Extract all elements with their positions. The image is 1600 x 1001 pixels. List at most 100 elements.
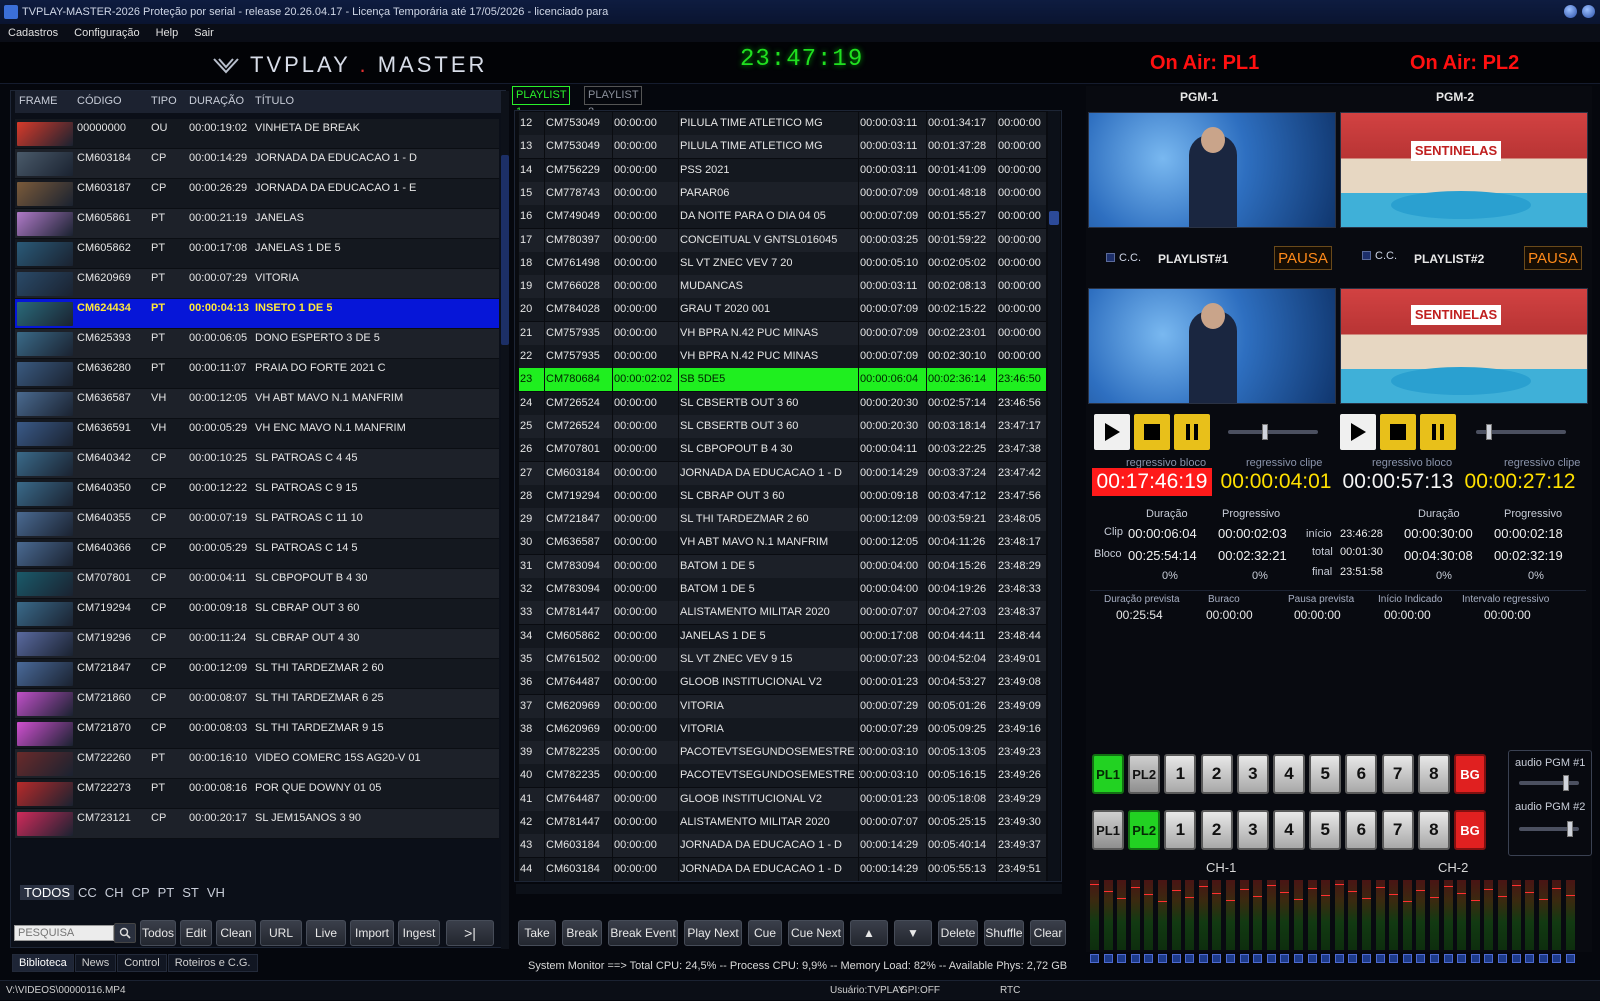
- library-row[interactable]: 00000000 OU 00:00:19:02 VINHETA DE BREAK: [15, 119, 499, 149]
- library-row[interactable]: CM640342 CP 00:00:10:25 SL PATROAS C 4 45: [15, 449, 499, 479]
- switch-switch1-1[interactable]: 1: [1164, 754, 1197, 794]
- switch-switch2-bg[interactable]: BG: [1454, 810, 1486, 850]
- switch-switch2-pl2[interactable]: PL2: [1128, 810, 1161, 850]
- meter-mute-checkbox[interactable]: [1253, 954, 1263, 963]
- playlist-row[interactable]: 37 CM620969 00:00:00 VITORIA 00:00:07:29 00:0…: [518, 694, 1046, 718]
- playlist-row[interactable]: 24 CM726524 00:00:00 SL CBSERTB OUT 3 60 00:…: [518, 391, 1046, 415]
- pgm2-pause-button[interactable]: [1420, 414, 1456, 450]
- meter-mute-checkbox[interactable]: [1416, 954, 1426, 963]
- meter-mute-checkbox[interactable]: [1130, 954, 1140, 963]
- switch-switch2-pl1[interactable]: PL1: [1092, 810, 1124, 850]
- filter-st[interactable]: ST: [178, 885, 203, 900]
- library-row[interactable]: CM721847 CP 00:00:12:09 SL THI TARDEZMAR 2 …: [15, 659, 499, 689]
- playlist-row[interactable]: 27 CM603184 00:00:00 JORNADA DA EDUCACAO 1 …: [518, 461, 1046, 485]
- pgm2-stop-button[interactable]: [1380, 414, 1416, 450]
- switch-switch1-5[interactable]: 5: [1309, 754, 1342, 794]
- meter-mute-checkbox[interactable]: [1457, 954, 1467, 963]
- live-button[interactable]: Live: [306, 920, 346, 946]
- shuffle-button[interactable]: Shuffle: [984, 920, 1024, 946]
- pgm1-pause-button[interactable]: [1174, 414, 1210, 450]
- filter-pt[interactable]: PT: [154, 885, 179, 900]
- scroll-thumb[interactable]: [1049, 211, 1059, 225]
- playlist-row[interactable]: 25 CM726524 00:00:00 SL CBSERTB OUT 3 60 00:…: [518, 414, 1046, 438]
- col-duracao[interactable]: DURAÇÃO: [189, 95, 244, 107]
- library-scrollbar[interactable]: [501, 91, 509, 949]
- library-row[interactable]: CM605861 PT 00:00:21:19 JANELAS: [15, 209, 499, 239]
- audio-pgm1-slider[interactable]: [1519, 775, 1579, 791]
- playlist-row[interactable]: 38 CM620969 00:00:00 VITORIA 00:00:07:29 00:0…: [518, 717, 1046, 741]
- switch-switch1-pl1[interactable]: PL1: [1092, 754, 1124, 794]
- filter-todos[interactable]: TODOS: [20, 885, 74, 900]
- meter-mute-checkbox[interactable]: [1538, 954, 1548, 963]
- take-button[interactable]: Take: [518, 920, 556, 946]
- switch-switch2-1[interactable]: 1: [1164, 810, 1197, 850]
- meter-mute-checkbox[interactable]: [1525, 954, 1535, 963]
- switch-switch1-pl2[interactable]: PL2: [1128, 754, 1161, 794]
- switch-switch1-6[interactable]: 6: [1345, 754, 1378, 794]
- library-row[interactable]: CM640355 CP 00:00:07:19 SL PATROAS C 11 10: [15, 509, 499, 539]
- playlist-row[interactable]: 13 CM753049 00:00:00 PILULA TIME ATLETICO M…: [518, 135, 1046, 159]
- playlist-hscrollbar[interactable]: [516, 884, 1062, 894]
- library-row[interactable]: CM636280 PT 00:00:11:07 PRAIA DO FORTE 2021…: [15, 359, 499, 389]
- library-row[interactable]: CM722260 PT 00:00:16:10 VIDEO COMERC 15S AG…: [15, 749, 499, 779]
- switch-switch1-2[interactable]: 2: [1200, 754, 1233, 794]
- minimize-icon[interactable]: [1564, 5, 1577, 18]
- playlist-row[interactable]: 20 CM784028 00:00:00 GRAU T 2020 001 00:00:0…: [518, 298, 1046, 322]
- library-row[interactable]: CM620969 PT 00:00:07:29 VITORIA: [15, 269, 499, 299]
- playlist-row[interactable]: 19 CM766028 00:00:00 MUDANCAS 00:00:03:11 00:…: [518, 275, 1046, 299]
- library-row[interactable]: CM605862 PT 00:00:17:08 JANELAS 1 DE 5: [15, 239, 499, 269]
- playlist-row[interactable]: 40 CM782235 00:00:00 PACOTEVTSEGUNDOSEMESTR…: [518, 764, 1046, 788]
- library-row[interactable]: CM719296 CP 00:00:11:24 SL CBRAP OUT 4 30: [15, 629, 499, 659]
- filter-cp[interactable]: CP: [128, 885, 154, 900]
- pgm1-audio-slider[interactable]: [1228, 424, 1318, 440]
- search-input[interactable]: [14, 925, 114, 941]
- meter-mute-checkbox[interactable]: [1307, 954, 1317, 963]
- tab-playlist-1[interactable]: PLAYLIST 1: [512, 86, 571, 118]
- switch-switch2-6[interactable]: 6: [1345, 810, 1378, 850]
- col-frame[interactable]: FRAME: [19, 95, 58, 107]
- playlist-row[interactable]: 39 CM782235 00:00:00 PACOTEVTSEGUNDOSEMESTR…: [518, 741, 1046, 765]
- switch-switch2-5[interactable]: 5: [1309, 810, 1342, 850]
- meter-mute-checkbox[interactable]: [1280, 954, 1290, 963]
- meter-mute-checkbox[interactable]: [1498, 954, 1507, 963]
- filter-cc[interactable]: CC: [74, 885, 101, 900]
- playlist-row[interactable]: 28 CM719294 00:00:00 SL CBRAP OUT 3 60 00:00…: [518, 484, 1046, 508]
- tab-control[interactable]: Control: [117, 954, 167, 972]
- pgm1-cc-checkbox[interactable]: C.C.: [1106, 252, 1141, 264]
- switch-switch1-bg[interactable]: BG: [1454, 754, 1486, 794]
- edit-button[interactable]: Edit: [180, 920, 212, 946]
- pgm2-play-button[interactable]: [1340, 414, 1376, 450]
- menu-sair[interactable]: Sair: [186, 27, 222, 39]
- move-up-button[interactable]: ▲: [850, 920, 888, 946]
- pgm1-pause-indicator[interactable]: PAUSA: [1274, 246, 1332, 270]
- playlist-row[interactable]: 41 CM764487 00:00:00 GLOOB INSTITUCIONAL V2…: [518, 787, 1046, 811]
- meter-mute-checkbox[interactable]: [1511, 954, 1521, 963]
- meter-mute-checkbox[interactable]: [1158, 954, 1167, 963]
- library-row[interactable]: CM603187 CP 00:00:26:29 JORNADA DA EDUCACAO…: [15, 179, 499, 209]
- library-row[interactable]: CM640366 CP 00:00:05:29 SL PATROAS C 14 5: [15, 539, 499, 569]
- play-next-button[interactable]: Play Next: [684, 920, 742, 946]
- playlist-row[interactable]: 44 CM603184 00:00:00 JORNADA DA EDUCACAO 1 …: [518, 857, 1046, 881]
- meter-mute-checkbox[interactable]: [1212, 954, 1222, 963]
- pgm2-cc-checkbox[interactable]: C.C.: [1362, 250, 1397, 262]
- pgm2-audio-slider[interactable]: [1476, 424, 1566, 440]
- pgm2-pause-indicator[interactable]: PAUSA: [1524, 246, 1582, 270]
- library-row[interactable]: CM624434 PT 00:00:04:13 INSETO 1 DE 5: [15, 299, 499, 329]
- meter-mute-checkbox[interactable]: [1484, 954, 1494, 963]
- playlist-row[interactable]: 32 CM783094 00:00:00 BATOM 1 DE 5 00:00:04:0…: [518, 578, 1046, 601]
- playlist-row[interactable]: 26 CM707801 00:00:00 SL CBPOPOUT B 4 30 00:0…: [518, 438, 1046, 462]
- meter-mute-checkbox[interactable]: [1566, 954, 1575, 963]
- menu-cadastros[interactable]: Cadastros: [0, 27, 66, 39]
- meter-mute-checkbox[interactable]: [1470, 954, 1480, 963]
- meter-mute-checkbox[interactable]: [1321, 954, 1331, 963]
- pgm1-play-button[interactable]: [1094, 414, 1130, 450]
- ingest-button[interactable]: Ingest: [398, 920, 440, 946]
- switch-switch1-7[interactable]: 7: [1381, 754, 1414, 794]
- clear-button[interactable]: Clear: [1030, 920, 1066, 946]
- playlist-row[interactable]: 36 CM764487 00:00:00 GLOOB INSTITUCIONAL V2…: [518, 671, 1046, 695]
- meter-mute-checkbox[interactable]: [1185, 954, 1195, 963]
- url-button[interactable]: URL: [260, 920, 302, 946]
- meter-mute-checkbox[interactable]: [1375, 954, 1385, 963]
- todos-button[interactable]: Todos: [140, 920, 176, 946]
- meter-mute-checkbox[interactable]: [1443, 954, 1453, 963]
